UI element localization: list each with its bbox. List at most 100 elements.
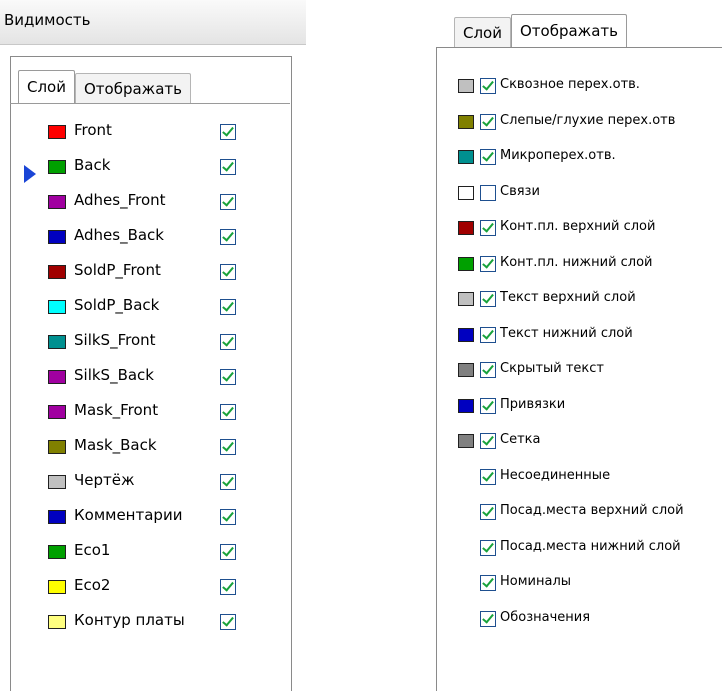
render-item-row[interactable]: Конт.пл. верхний слой: [436, 212, 722, 248]
tab-render[interactable]: Отображать: [511, 14, 627, 47]
render-item-row[interactable]: Скрытый текст: [436, 354, 722, 390]
render-item-row[interactable]: Обозначения: [436, 603, 722, 639]
render-item-row[interactable]: Номиналы: [436, 567, 722, 603]
tab-divider: [258, 103, 290, 104]
layer-visibility-checkbox[interactable]: [220, 474, 236, 490]
layer-color-swatch[interactable]: [48, 475, 66, 489]
item-visibility-checkbox[interactable]: [480, 362, 496, 378]
layer-name: Mask_Back: [74, 436, 157, 454]
render-item-row[interactable]: Сетка: [436, 425, 722, 461]
render-item-row[interactable]: Связи: [436, 177, 722, 213]
item-color-swatch[interactable]: [458, 434, 474, 448]
layer-visibility-checkbox[interactable]: [220, 299, 236, 315]
layer-row[interactable]: Контур платы: [0, 607, 306, 642]
render-item-row[interactable]: Посад.места верхний слой: [436, 496, 722, 532]
layer-row[interactable]: SilkS_Front: [0, 327, 306, 362]
item-visibility-checkbox[interactable]: [480, 78, 496, 94]
layer-row[interactable]: Adhes_Front: [0, 187, 306, 222]
item-color-swatch[interactable]: [458, 292, 474, 306]
item-visibility-checkbox[interactable]: [480, 255, 496, 272]
layer-row[interactable]: Adhes_Back: [0, 222, 306, 257]
tab-render[interactable]: Отображать: [75, 73, 191, 103]
item-color-swatch[interactable]: [458, 327, 474, 342]
item-visibility-checkbox[interactable]: [480, 113, 496, 130]
layer-row[interactable]: SoldP_Front: [0, 257, 306, 292]
layer-row[interactable]: Back: [0, 152, 306, 187]
item-color-swatch[interactable]: [458, 185, 474, 200]
layer-row[interactable]: Front: [0, 117, 306, 152]
item-visibility-checkbox[interactable]: [480, 468, 496, 485]
layer-row[interactable]: Mask_Back: [0, 432, 306, 467]
item-visibility-checkbox[interactable]: [480, 184, 496, 201]
layer-visibility-checkbox[interactable]: [220, 124, 236, 140]
layer-color-swatch[interactable]: [48, 335, 66, 349]
item-color-swatch[interactable]: [458, 79, 474, 93]
layer-row[interactable]: SilkS_Back: [0, 362, 306, 397]
item-visibility-checkbox[interactable]: [480, 397, 496, 414]
tab-layer[interactable]: Слой: [454, 17, 511, 47]
item-color-swatch[interactable]: [458, 150, 474, 164]
layer-visibility-checkbox[interactable]: [220, 439, 236, 455]
item-visibility-checkbox[interactable]: [480, 575, 496, 591]
layer-visibility-checkbox[interactable]: [220, 544, 236, 560]
render-item-row[interactable]: Слепые/глухие перех.отв: [436, 106, 722, 142]
item-name: Посад.места нижний слой: [500, 538, 681, 554]
render-item-row[interactable]: Несоединенные: [436, 461, 722, 497]
item-color-swatch[interactable]: [458, 114, 474, 129]
layer-visibility-checkbox[interactable]: [220, 404, 236, 420]
layer-visibility-checkbox[interactable]: [220, 509, 236, 525]
layer-visibility-checkbox[interactable]: [220, 579, 236, 595]
render-item-row[interactable]: Привязки: [436, 390, 722, 426]
layer-name: Контур платы: [74, 611, 185, 629]
layer-row[interactable]: Eco1: [0, 537, 306, 572]
layer-color-swatch[interactable]: [48, 160, 66, 174]
layer-name: Eco2: [74, 576, 111, 594]
render-item-row[interactable]: Сквозное перех.отв.: [436, 70, 722, 106]
layer-list: Front Back Adhes_Front Adhes_Back SoldP_Fron…: [0, 117, 306, 642]
layer-color-swatch[interactable]: [48, 265, 66, 279]
layer-color-swatch[interactable]: [48, 580, 66, 594]
layer-visibility-checkbox[interactable]: [220, 334, 236, 350]
layer-color-swatch[interactable]: [48, 125, 66, 139]
layer-row[interactable]: Mask_Front: [0, 397, 306, 432]
item-visibility-checkbox[interactable]: [480, 291, 496, 307]
render-item-row[interactable]: Посад.места нижний слой: [436, 532, 722, 568]
render-item-row[interactable]: Текст верхний слой: [436, 283, 722, 319]
layer-visibility-checkbox[interactable]: [220, 614, 236, 630]
item-visibility-checkbox[interactable]: [480, 610, 496, 627]
layer-row[interactable]: Комментарии: [0, 502, 306, 537]
layer-color-swatch[interactable]: [48, 300, 66, 314]
layer-visibility-checkbox[interactable]: [220, 369, 236, 385]
layer-visibility-checkbox[interactable]: [220, 159, 236, 175]
item-visibility-checkbox[interactable]: [480, 433, 496, 449]
layer-color-swatch[interactable]: [48, 405, 66, 419]
layer-color-swatch[interactable]: [48, 615, 66, 629]
layer-name: SilkS_Front: [74, 331, 156, 349]
item-color-swatch[interactable]: [458, 256, 474, 271]
layer-color-swatch[interactable]: [48, 230, 66, 244]
layer-color-swatch[interactable]: [48, 510, 66, 524]
layer-color-swatch[interactable]: [48, 195, 66, 209]
layer-visibility-checkbox[interactable]: [220, 264, 236, 280]
render-item-row[interactable]: Конт.пл. нижний слой: [436, 248, 722, 284]
layer-visibility-checkbox[interactable]: [220, 194, 236, 210]
render-item-list: Сквозное перех.отв. Слепые/глухие перех.о…: [436, 70, 722, 638]
item-visibility-checkbox[interactable]: [480, 504, 496, 520]
layer-row[interactable]: Eco2: [0, 572, 306, 607]
item-visibility-checkbox[interactable]: [480, 326, 496, 343]
layer-row[interactable]: Чертёж: [0, 467, 306, 502]
render-item-row[interactable]: Текст нижний слой: [436, 319, 722, 355]
item-color-swatch[interactable]: [458, 221, 474, 235]
item-visibility-checkbox[interactable]: [480, 220, 496, 236]
item-visibility-checkbox[interactable]: [480, 539, 496, 556]
layer-color-swatch[interactable]: [48, 545, 66, 559]
layer-color-swatch[interactable]: [48, 440, 66, 454]
layer-row[interactable]: SoldP_Back: [0, 292, 306, 327]
layer-color-swatch[interactable]: [48, 370, 66, 384]
tab-layer[interactable]: Слой: [18, 70, 75, 103]
item-visibility-checkbox[interactable]: [480, 149, 496, 165]
render-item-row[interactable]: Микроперех.отв.: [436, 141, 722, 177]
item-color-swatch[interactable]: [458, 398, 474, 413]
item-color-swatch[interactable]: [458, 363, 474, 377]
layer-visibility-checkbox[interactable]: [220, 229, 236, 245]
